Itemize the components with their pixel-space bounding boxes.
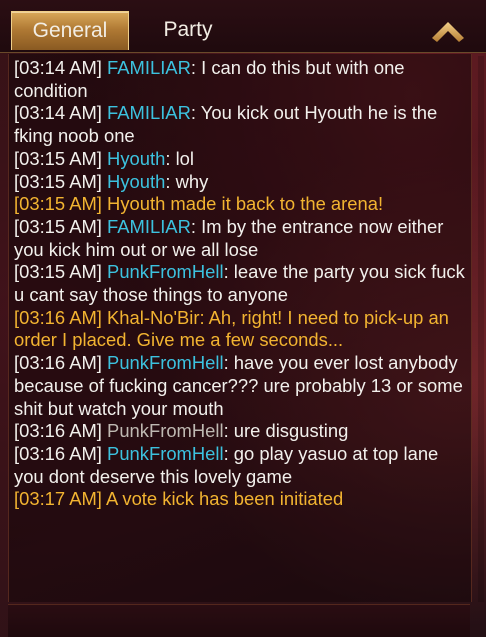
message-text: lol bbox=[170, 147, 194, 169]
message-timestamp: [03:16 AM] bbox=[14, 352, 102, 374]
message-sender[interactable]: FAMILIAR bbox=[107, 216, 191, 237]
chat-panel: General Party [03:14 AM] FAMILIAR: I can… bbox=[0, 0, 486, 637]
tab-party[interactable]: Party bbox=[140, 11, 236, 49]
message-timestamp: [03:15 AM] bbox=[14, 193, 102, 215]
message-sender[interactable]: PunkFromHell bbox=[107, 352, 224, 373]
chat-scrollbar[interactable] bbox=[478, 56, 484, 602]
message-timestamp: [03:15 AM] bbox=[14, 261, 102, 283]
message-text: Hyouth made it back to the arena! bbox=[101, 193, 384, 215]
message-timestamp: [03:15 AM] bbox=[14, 170, 102, 192]
chat-message: [03:16 AM] PunkFromHell: ure disgusting bbox=[14, 420, 465, 443]
message-sender[interactable]: FAMILIAR bbox=[107, 57, 191, 78]
chat-tab-bar: General Party bbox=[0, 0, 486, 53]
message-sender[interactable]: PunkFromHell bbox=[107, 420, 224, 441]
chat-message: [03:16 AM] PunkFromHell: go play yasuo a… bbox=[14, 443, 465, 488]
message-sender[interactable]: Hyouth bbox=[107, 148, 165, 169]
tab-general[interactable]: General bbox=[11, 11, 129, 50]
chat-log[interactable]: [03:14 AM] FAMILIAR: I can do this but w… bbox=[8, 54, 472, 602]
chat-message: [03:15 AM] Hyouth: lol bbox=[14, 148, 465, 171]
message-timestamp: [03:14 AM] bbox=[14, 102, 102, 124]
chat-message: [03:15 AM] Hyouth: why bbox=[14, 171, 465, 194]
message-timestamp: [03:15 AM] bbox=[14, 147, 102, 169]
message-sender[interactable]: Hyouth bbox=[107, 171, 165, 192]
message-timestamp: [03:16 AM] bbox=[14, 442, 102, 464]
message-sender[interactable]: FAMILIAR bbox=[107, 102, 191, 123]
message-timestamp: [03:15 AM] bbox=[14, 215, 102, 237]
system-message: [03:15 AM] Hyouth made it back to the ar… bbox=[14, 193, 465, 216]
message-sender[interactable]: PunkFromHell bbox=[107, 261, 224, 282]
message-timestamp: [03:17 AM] bbox=[14, 488, 102, 510]
message-sender[interactable]: PunkFromHell bbox=[107, 443, 224, 464]
system-message: [03:16 AM] Khal-No'Bir: Ah, right! I nee… bbox=[14, 307, 465, 352]
chat-message: [03:14 AM] FAMILIAR: I can do this but w… bbox=[14, 57, 465, 102]
chat-message: [03:14 AM] FAMILIAR: You kick out Hyouth… bbox=[14, 102, 465, 147]
message-text: ure disgusting bbox=[228, 420, 349, 442]
message-text: A vote kick has been initiated bbox=[101, 488, 344, 510]
chevron-up-icon bbox=[432, 22, 464, 42]
message-timestamp: [03:14 AM] bbox=[14, 57, 102, 78]
chat-message: [03:15 AM] FAMILIAR: Im by the entrance … bbox=[14, 216, 465, 261]
chat-message: [03:16 AM] PunkFromHell: have you ever l… bbox=[14, 352, 465, 420]
message-timestamp: [03:16 AM] bbox=[14, 306, 102, 328]
message-text: why bbox=[170, 170, 209, 192]
chat-input-bar[interactable] bbox=[8, 604, 470, 637]
chat-message-list: [03:14 AM] FAMILIAR: I can do this but w… bbox=[9, 54, 471, 511]
system-message: [03:17 AM] A vote kick has been initiate… bbox=[14, 488, 465, 511]
message-timestamp: [03:16 AM] bbox=[14, 420, 102, 442]
chat-message: [03:15 AM] PunkFromHell: leave the party… bbox=[14, 261, 465, 306]
collapse-button[interactable] bbox=[428, 16, 468, 44]
